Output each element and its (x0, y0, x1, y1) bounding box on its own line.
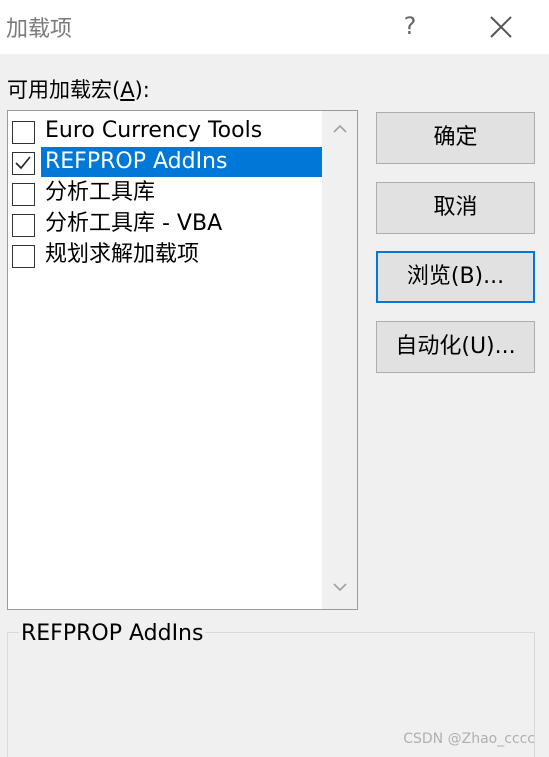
scroll-up-button[interactable] (330, 119, 350, 139)
addins-dialog: 加载项 ? 可用加载宏(A): Euro Currency Tools REFP… (0, 0, 549, 757)
list-item-analysis-toolpak-vba[interactable]: 分析工具库 - VBA (10, 209, 340, 239)
label-suffix: ): (134, 78, 150, 102)
automation-button[interactable]: 自动化(U)... (376, 321, 535, 373)
close-button[interactable] (484, 10, 518, 44)
description-title: REFPROP AddIns (19, 621, 206, 646)
dialog-title: 加载项 (6, 17, 73, 42)
chevron-down-icon (333, 583, 347, 592)
checkbox-checked[interactable] (12, 152, 35, 175)
checkbox-unchecked[interactable] (12, 214, 35, 237)
title-bar: 加载项 ? (0, 0, 549, 54)
checkbox-unchecked[interactable] (12, 245, 35, 268)
list-item-refprop-addins[interactable]: REFPROP AddIns (10, 147, 340, 177)
chevron-up-icon (333, 124, 347, 133)
list-item-label: REFPROP AddIns (41, 147, 324, 177)
label-prefix: 可用加载宏( (7, 78, 121, 102)
list-item-solver-addin[interactable]: 规划求解加载项 (10, 240, 340, 270)
list-item-euro-currency-tools[interactable]: Euro Currency Tools (10, 116, 340, 146)
ok-button[interactable]: 确定 (376, 112, 535, 164)
list-scrollbar[interactable] (322, 111, 357, 609)
browse-button[interactable]: 浏览(B)... (376, 251, 535, 303)
label-accelerator: A (120, 78, 135, 102)
list-item-label: 规划求解加载项 (45, 242, 200, 267)
list-item-label: Euro Currency Tools (45, 118, 263, 143)
watermark: CSDN @Zhao_cccc (403, 731, 535, 747)
list-item-label: 分析工具库 (45, 180, 156, 205)
cancel-button[interactable]: 取消 (376, 182, 535, 234)
list-item-analysis-toolpak[interactable]: 分析工具库 (10, 178, 340, 208)
addins-list-label: 可用加载宏(A): (7, 74, 150, 104)
list-item-label: 分析工具库 - VBA (45, 211, 223, 236)
checkbox-unchecked[interactable] (12, 183, 35, 206)
help-button[interactable]: ? (394, 10, 426, 42)
addins-listbox[interactable]: Euro Currency Tools REFPROP AddIns 分析工具库… (7, 110, 358, 610)
checkmark-icon (15, 156, 31, 170)
scroll-down-button[interactable] (330, 577, 350, 597)
close-icon (490, 16, 512, 38)
checkbox-unchecked[interactable] (12, 121, 35, 144)
